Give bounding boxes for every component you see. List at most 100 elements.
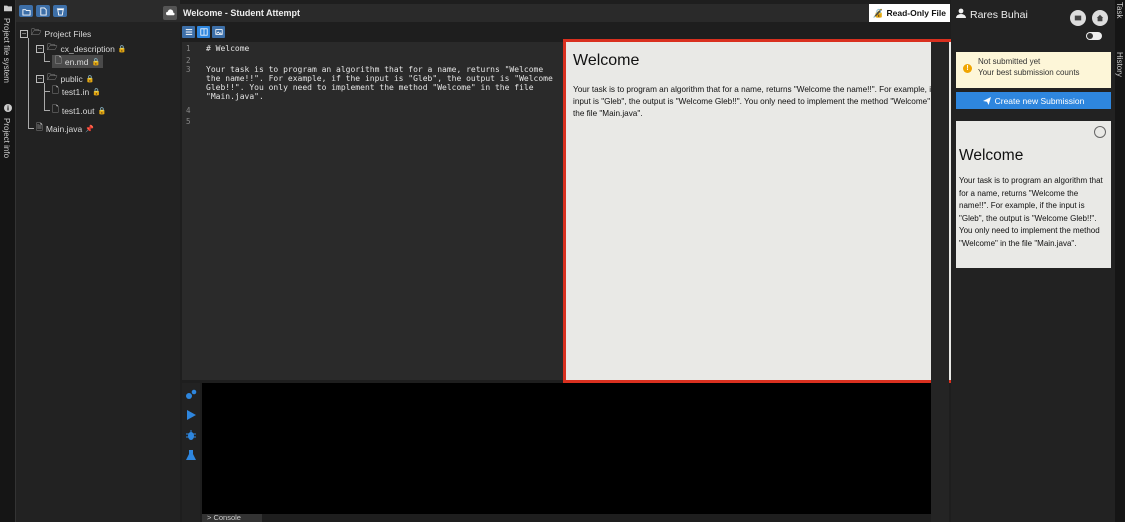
markdown-preview: Welcome Your task is to program an algor…: [563, 39, 957, 383]
user-info: Rares Buhai: [956, 8, 1028, 21]
info-icon: [4, 104, 12, 112]
tab-project-info[interactable]: Project info: [2, 104, 14, 164]
preview-heading: Welcome: [573, 52, 640, 69]
mail-icon: [1074, 15, 1082, 21]
editor-view-toolbar: [182, 26, 225, 39]
folder-icon: [4, 4, 12, 12]
tree-item-label: public: [60, 73, 83, 84]
messages-button[interactable]: [1070, 10, 1086, 26]
source-view-button[interactable]: [182, 26, 195, 38]
new-file-icon: [39, 6, 47, 16]
java-file-icon: 🗎: [36, 121, 43, 132]
print-icon[interactable]: [1094, 126, 1106, 138]
tree-item-label: cx_description: [60, 43, 115, 54]
user-icon: [956, 8, 966, 21]
split-icon: [199, 28, 208, 36]
lock-icon: 🔒: [92, 88, 101, 96]
collapse-icon[interactable]: −: [20, 29, 28, 38]
flask-icon[interactable]: [185, 449, 197, 461]
code-editor[interactable]: # Welcome Your task is to program an alg…: [204, 42, 564, 380]
tree-item-label: test1.out: [61, 105, 95, 116]
status-line-1: Not submitted yet: [978, 57, 1041, 66]
line-number: 3: [186, 65, 191, 74]
submit-label: Create new Submission: [994, 95, 1085, 106]
tree-item-en-md[interactable]: 🗋 en.md 🔒: [52, 54, 104, 68]
run-icon[interactable]: [185, 409, 197, 421]
tree-item-label: Project Files: [44, 28, 92, 39]
submission-status: ! Not submitted yet Your best submission…: [956, 52, 1111, 88]
task-panel: Rares Buhai ! Not submitted yet Your bes…: [951, 0, 1115, 522]
task-heading: Welcome: [959, 147, 1024, 164]
user-name: Rares Buhai: [970, 8, 1028, 21]
new-folder-button[interactable]: [19, 5, 33, 17]
send-icon: [982, 96, 991, 105]
tree-item-label: test1.in: [61, 86, 90, 97]
lock-icon: 🔒: [85, 75, 95, 83]
lock-icon: 🔒: [97, 107, 107, 115]
console-output[interactable]: [202, 383, 931, 514]
file-toolbar: [16, 0, 180, 22]
image-icon: [214, 29, 223, 35]
settings-gears-icon[interactable]: [185, 389, 197, 401]
status-line-2: Your best submission counts: [978, 68, 1080, 77]
split-view-button[interactable]: [197, 26, 210, 38]
tree-item-label: en.md: [64, 56, 89, 67]
lock-user-icon: 🔏: [872, 7, 884, 18]
preview-body: Your task is to program an algorithm tha…: [573, 85, 947, 118]
line-number: 1: [186, 44, 191, 53]
create-submission-button[interactable]: Create new Submission: [956, 92, 1111, 109]
theme-toggle[interactable]: [1086, 32, 1102, 40]
cloud-sync-button[interactable]: [163, 6, 177, 20]
pin-icon: 📌: [85, 125, 94, 133]
warning-icon: !: [963, 64, 972, 73]
tree-item-label: Main.java: [45, 123, 83, 134]
code-line: # Welcome: [206, 44, 250, 53]
folder-open-icon: 🗁: [47, 41, 58, 52]
new-file-button[interactable]: [36, 5, 50, 17]
task-description-card: Welcome Your task is to program an algor…: [956, 121, 1111, 268]
tree-item-cx-description[interactable]: − 🗁 cx_description 🔒: [36, 42, 127, 55]
new-folder-icon: [21, 8, 31, 16]
tree-item-main-java[interactable]: 🗎 Main.java 📌: [36, 122, 94, 135]
file-system-panel: − 🗁 Project Files − 🗁 cx_description 🔒 🗋…: [16, 0, 180, 522]
code-line: "Main.java".: [206, 92, 264, 101]
task-body: Your task is to program an algorithm tha…: [959, 176, 1103, 248]
lines-icon: [185, 29, 192, 35]
trash-icon: [56, 7, 64, 16]
delete-button[interactable]: [53, 5, 67, 17]
editor-topbar: Welcome - Student Attempt 🔏 Read-Only Fi…: [163, 4, 950, 22]
file-icon: 🗋: [52, 84, 59, 95]
preview-view-button[interactable]: [212, 26, 225, 38]
home-icon: [1096, 14, 1104, 22]
collapse-icon[interactable]: −: [36, 44, 44, 53]
file-title: Welcome - Student Attempt: [183, 8, 301, 18]
left-side-strip: Project file system Project info: [0, 0, 16, 522]
read-only-badge: 🔏 Read-Only File: [868, 4, 950, 22]
tab-project-file-system[interactable]: Project file system: [2, 4, 14, 84]
collapse-icon[interactable]: −: [36, 74, 44, 83]
tree-item-test1-out[interactable]: 🗋 test1.out 🔒: [52, 104, 106, 117]
folder-open-icon: 🗁: [47, 71, 58, 82]
folder-open-icon: 🗁: [31, 26, 42, 37]
tree-root-project-files[interactable]: − 🗁 Project Files: [20, 27, 91, 40]
read-only-label: Read-Only File: [886, 8, 946, 18]
home-button[interactable]: [1092, 10, 1108, 26]
project-file-system-label: Project file system: [2, 18, 11, 83]
tree-item-test1-in[interactable]: 🗋 test1.in 🔒: [52, 85, 101, 98]
project-info-label: Project info: [2, 118, 11, 159]
line-number-gutter: 1 2 3 4 5: [182, 42, 204, 380]
console-tab[interactable]: > Console: [202, 514, 262, 522]
line-number: 4: [186, 106, 191, 115]
lock-icon: 🔒: [91, 58, 101, 66]
tab-history[interactable]: History: [1115, 52, 1124, 77]
cloud-icon: [165, 8, 175, 15]
editor-scrollbar[interactable]: [931, 42, 949, 522]
lock-icon: 🔒: [117, 45, 127, 53]
file-icon: 🗋: [52, 103, 59, 114]
file-icon: 🗋: [55, 54, 62, 65]
bug-icon[interactable]: [185, 429, 197, 441]
line-number: 5: [186, 117, 191, 126]
console-toolbar: [182, 383, 200, 522]
tab-task[interactable]: Task: [1115, 2, 1124, 18]
line-number: 2: [186, 56, 191, 65]
